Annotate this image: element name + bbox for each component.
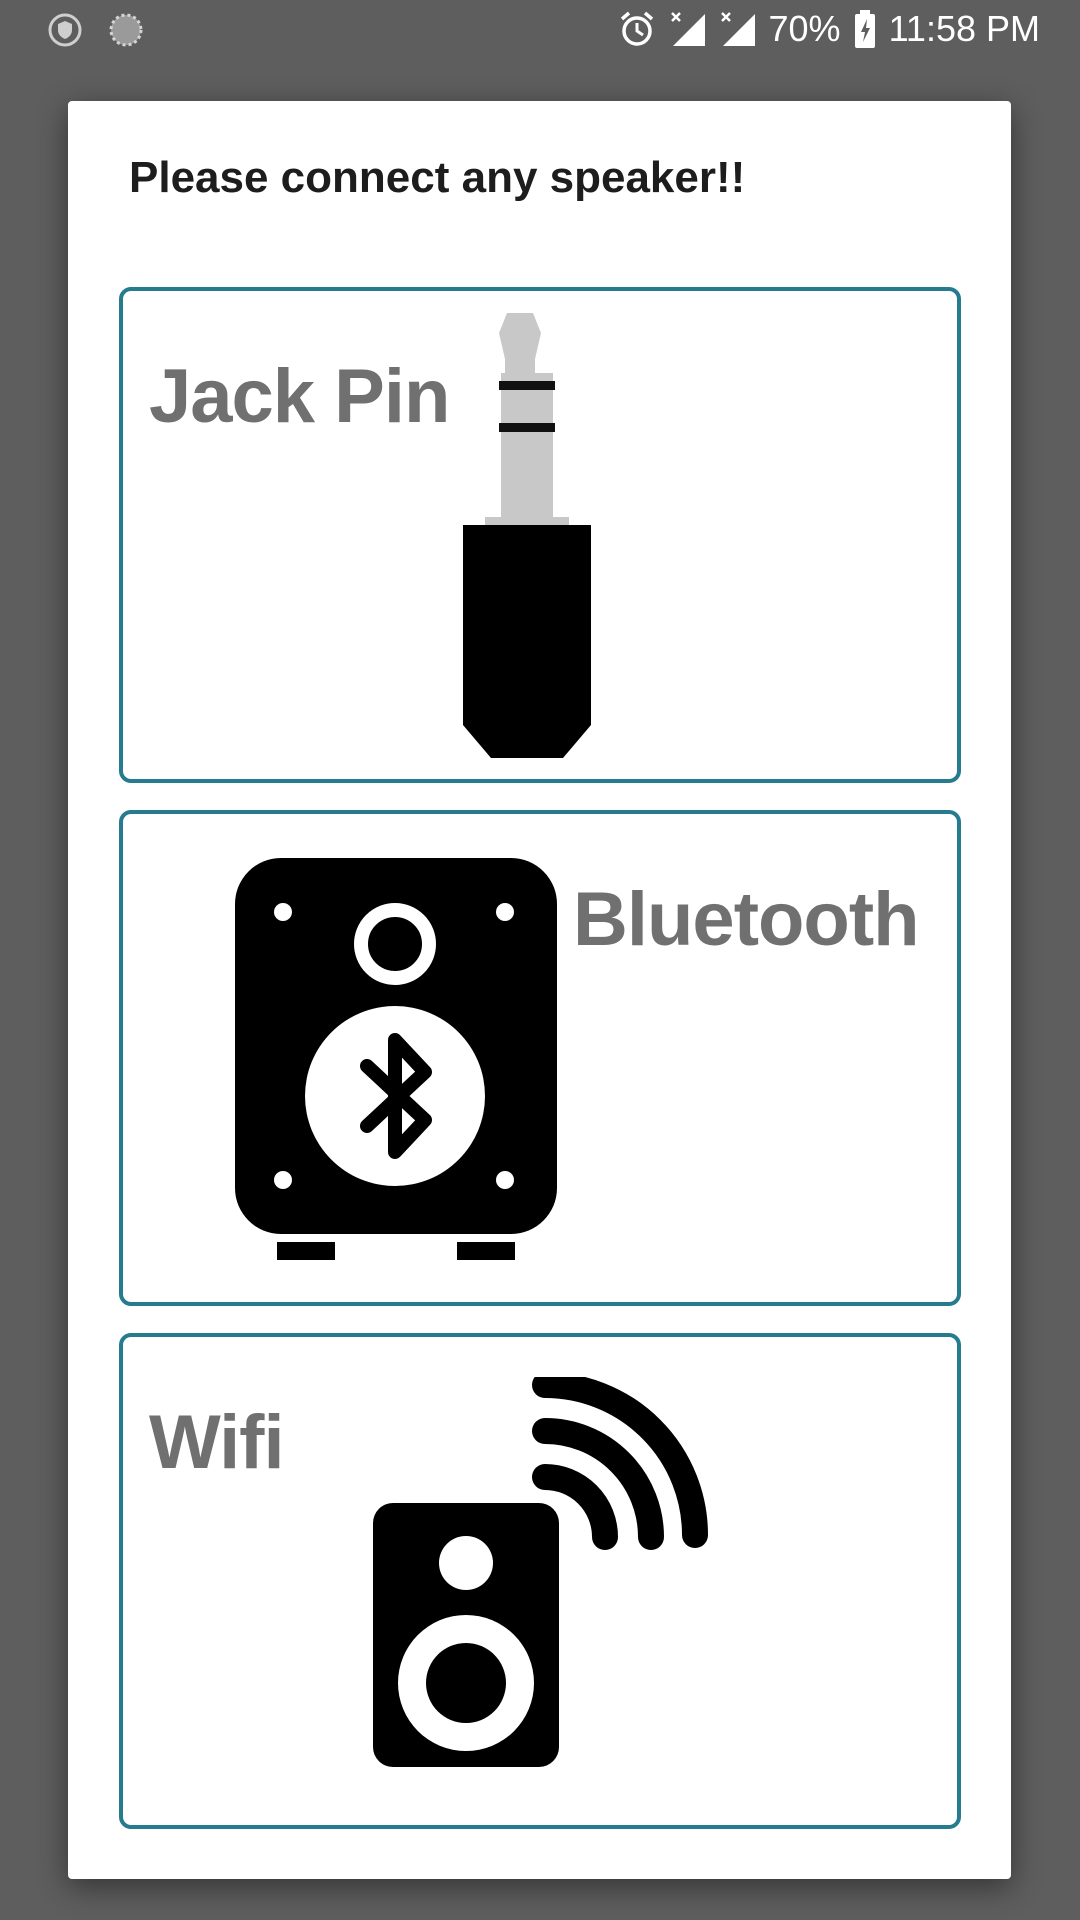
alarm-icon [617, 9, 657, 49]
connect-speaker-dialog: Please connect any speaker!! Jack Pin Bl… [68, 101, 1011, 1879]
shield-icon [48, 13, 82, 52]
jack-pin-option[interactable]: Jack Pin [119, 287, 961, 783]
audio-jack-icon [463, 313, 603, 768]
bluetooth-label: Bluetooth [573, 877, 920, 962]
wifi-label: Wifi [149, 1400, 285, 1485]
bluetooth-option[interactable]: Bluetooth [119, 810, 961, 1306]
wifi-speaker-icon [373, 1372, 713, 1822]
sync-icon [108, 12, 144, 53]
bluetooth-speaker-icon [235, 858, 559, 1275]
jack-pin-label: Jack Pin [149, 354, 450, 439]
signal-icon [669, 10, 707, 48]
battery-charging-icon [853, 9, 877, 49]
battery-percent: 70% [768, 8, 841, 49]
clock: 11:58 PM [888, 8, 1040, 49]
system-icons: 70% 11:58 PM [617, 8, 1040, 50]
signal-icon [719, 10, 757, 48]
dialog-title: Please connect any speaker!! [129, 153, 746, 202]
status-bar: 70% 11:58 PM [0, 0, 1080, 62]
wifi-option[interactable]: Wifi [119, 1333, 961, 1829]
notification-icons [48, 12, 144, 53]
